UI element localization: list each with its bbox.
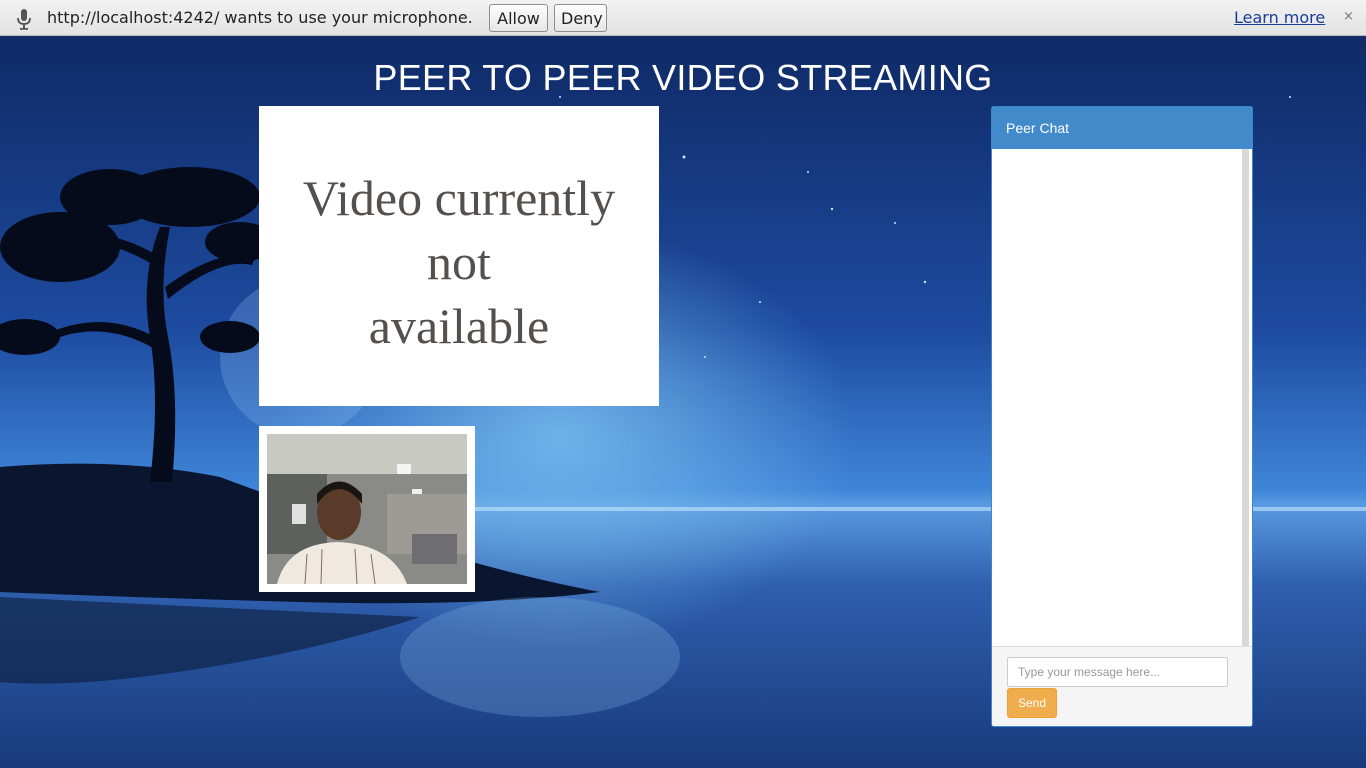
webcam-feed	[267, 434, 467, 584]
permission-infobar: http://localhost:4242/ wants to use your…	[0, 0, 1366, 36]
chat-header: Peer Chat	[992, 107, 1252, 149]
chat-scrollbar[interactable]	[1242, 149, 1249, 646]
placeholder-line: available	[368, 298, 550, 354]
close-icon[interactable]: ×	[1343, 9, 1354, 24]
chat-footer: Send	[992, 646, 1252, 726]
page-title: PEER TO PEER VIDEO STREAMING	[373, 57, 993, 98]
local-video	[259, 426, 475, 592]
video-unavailable-placeholder: Video currently not available	[259, 166, 659, 358]
peer-chat-panel: Peer Chat Send	[991, 106, 1253, 727]
remote-video: Video currently not available	[259, 106, 659, 406]
deny-button[interactable]: Deny	[554, 4, 607, 32]
permission-message: http://localhost:4242/ wants to use your…	[47, 8, 473, 27]
send-button[interactable]: Send	[1007, 688, 1057, 718]
placeholder-line: not	[427, 234, 491, 290]
learn-more-link[interactable]: Learn more	[1234, 8, 1325, 27]
chat-message-input[interactable]	[1007, 657, 1228, 687]
placeholder-line: Video currently	[302, 170, 616, 226]
microphone-icon	[17, 9, 31, 30]
chat-messages[interactable]	[992, 149, 1252, 646]
allow-button[interactable]: Allow	[489, 4, 548, 32]
